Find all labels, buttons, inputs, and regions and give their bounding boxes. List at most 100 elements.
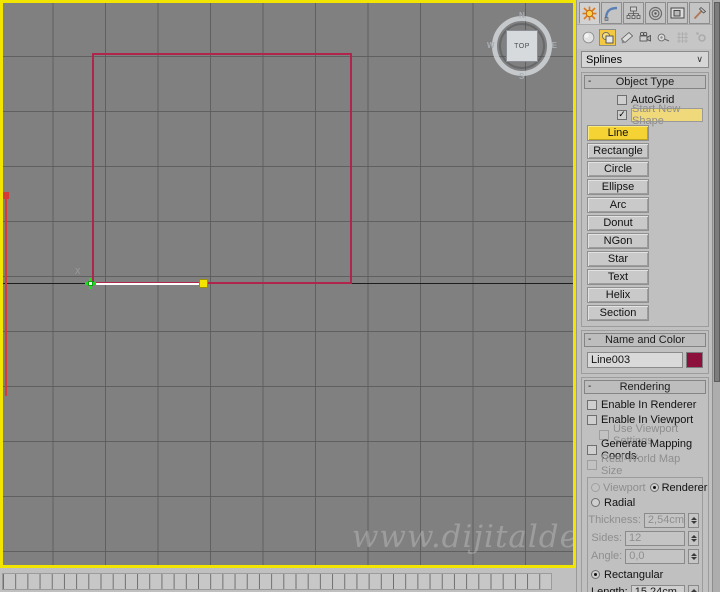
thickness-label: Thickness: bbox=[588, 514, 641, 526]
shapes-button[interactable] bbox=[598, 29, 616, 46]
scrollbar-thumb[interactable] bbox=[714, 2, 720, 382]
renderer-radio[interactable] bbox=[649, 483, 659, 492]
viewcube-east-label[interactable]: E bbox=[552, 41, 557, 50]
create-tab[interactable] bbox=[579, 2, 600, 24]
app-root: X TOP N E S W www.dijitalde Splines ∨ - … bbox=[0, 0, 720, 592]
arc-button[interactable]: Arc bbox=[587, 197, 649, 213]
motion-tab[interactable] bbox=[645, 2, 666, 24]
subcategory-dropdown[interactable]: Splines ∨ bbox=[581, 51, 709, 68]
viewcube-west-label[interactable]: W bbox=[487, 41, 495, 50]
modify-tab[interactable] bbox=[601, 2, 622, 24]
object-type-header[interactable]: - Object Type bbox=[584, 75, 706, 89]
command-panel-scroll-content: Splines ∨ - Object Type AutoGrid ✓ Start… bbox=[577, 0, 713, 592]
real-world-map-label: Real-World Map Size bbox=[601, 452, 681, 477]
utilities-tab[interactable] bbox=[689, 2, 710, 24]
grid-axis-vertical bbox=[2, 3, 3, 565]
tape-icon bbox=[657, 31, 670, 44]
start-new-shape-row[interactable]: ✓ Start New Shape bbox=[587, 103, 703, 127]
command-panel: Splines ∨ - Object Type AutoGrid ✓ Start… bbox=[576, 0, 720, 592]
display-tab[interactable] bbox=[667, 2, 688, 24]
collapse-icon[interactable]: - bbox=[588, 334, 591, 346]
start-new-shape-checkbox[interactable]: ✓ bbox=[617, 109, 627, 120]
rectangle-button[interactable]: Rectangle bbox=[587, 143, 649, 159]
shapes-icon bbox=[601, 31, 614, 44]
radial-angle-row: Angle: 0,0 bbox=[591, 548, 699, 564]
viewcube-south-label[interactable]: S bbox=[519, 72, 524, 81]
spacewarp-icon bbox=[676, 31, 689, 44]
length-spinner[interactable] bbox=[688, 584, 699, 592]
ellipse-button[interactable]: Ellipse bbox=[587, 179, 649, 195]
radial-row[interactable]: Radial bbox=[591, 495, 699, 510]
generate-mapping-checkbox[interactable] bbox=[587, 444, 597, 455]
helix-button[interactable]: Helix bbox=[587, 287, 649, 303]
rendering-title: Rendering bbox=[619, 381, 671, 393]
track-bar[interactable] bbox=[0, 570, 576, 592]
rectangular-label: Rectangular bbox=[604, 568, 664, 581]
hierarchy-tab[interactable] bbox=[623, 2, 644, 24]
viewport-area: X TOP N E S W www.dijitalde bbox=[0, 0, 576, 592]
display-mode-group: Viewport Renderer Radial Thickness: 2,54… bbox=[587, 477, 707, 592]
geometry-button[interactable] bbox=[580, 29, 597, 46]
real-world-map-checkbox bbox=[587, 459, 597, 470]
radial-radio[interactable] bbox=[591, 498, 600, 507]
donut-button[interactable]: Donut bbox=[587, 215, 649, 231]
line-start-vertex[interactable] bbox=[85, 278, 96, 289]
collapse-icon[interactable]: - bbox=[588, 76, 591, 88]
name-and-color-body: Line003 bbox=[584, 347, 706, 371]
thickness-input: 2,54cm bbox=[643, 512, 685, 528]
watermark-text: www.dijitalde bbox=[351, 519, 576, 555]
spline-vertex-left[interactable] bbox=[3, 192, 9, 199]
rendering-header[interactable]: - Rendering bbox=[584, 380, 706, 394]
enable-in-viewport-checkbox[interactable] bbox=[587, 414, 597, 425]
circle-button[interactable]: Circle bbox=[587, 161, 649, 177]
viewcube[interactable]: TOP N E S W bbox=[487, 11, 557, 81]
systems-button[interactable] bbox=[693, 29, 710, 46]
name-and-color-header[interactable]: - Name and Color bbox=[584, 333, 706, 347]
renderer-radio-label: Renderer bbox=[661, 481, 708, 494]
rectangular-radio[interactable] bbox=[591, 570, 600, 579]
object-name-input[interactable]: Line003 bbox=[587, 352, 683, 368]
start-new-shape-button[interactable]: Start New Shape bbox=[631, 103, 703, 127]
rectangular-row[interactable]: Rectangular bbox=[591, 567, 699, 582]
viewport-radio bbox=[591, 483, 600, 492]
helpers-button[interactable] bbox=[655, 29, 672, 46]
sides-spinner bbox=[688, 530, 699, 546]
radial-label: Radial bbox=[604, 496, 636, 509]
viewport-radio-label: Viewport bbox=[603, 481, 646, 494]
section-button[interactable]: Section bbox=[587, 305, 649, 321]
systems-icon bbox=[695, 31, 708, 44]
text-button[interactable]: Text bbox=[587, 269, 649, 285]
autogrid-checkbox[interactable] bbox=[617, 94, 627, 105]
name-and-color-title: Name and Color bbox=[604, 334, 686, 346]
line-button[interactable]: Line bbox=[587, 125, 649, 141]
length-input[interactable]: 15,24cm bbox=[630, 584, 685, 592]
command-panel-tabs bbox=[577, 0, 713, 24]
collapse-icon[interactable]: - bbox=[588, 381, 591, 393]
ngon-button[interactable]: NGon bbox=[587, 233, 649, 249]
object-color-swatch[interactable] bbox=[686, 352, 703, 368]
partial-spline-left[interactable] bbox=[5, 196, 7, 396]
active-line-segment[interactable] bbox=[91, 283, 205, 285]
viewport-radio-wrap: Viewport bbox=[591, 482, 646, 494]
cameras-button[interactable] bbox=[637, 29, 654, 46]
length-row[interactable]: Length: 15,24cm bbox=[591, 584, 699, 592]
renderer-radio-wrap[interactable]: Renderer bbox=[649, 481, 708, 494]
spacewarps-button[interactable] bbox=[674, 29, 691, 46]
track-bar-ticks[interactable] bbox=[2, 573, 552, 590]
star-button[interactable]: Star bbox=[587, 251, 649, 267]
viewcube-north-label[interactable]: N bbox=[519, 11, 525, 20]
enable-in-renderer-row[interactable]: Enable In Renderer bbox=[587, 397, 703, 412]
object-type-title: Object Type bbox=[615, 76, 675, 88]
camera-icon bbox=[639, 31, 652, 44]
rendering-body: Enable In Renderer Enable In Viewport Us… bbox=[584, 394, 707, 592]
command-panel-scrollbar[interactable] bbox=[712, 0, 720, 592]
object-type-button-grid: Line Rectangle Circle Ellipse Arc Donut … bbox=[587, 125, 703, 321]
rectangle-spline-shape[interactable] bbox=[92, 53, 352, 284]
top-viewport[interactable]: X TOP N E S W www.dijitalde bbox=[0, 0, 576, 568]
enable-in-renderer-checkbox[interactable] bbox=[587, 399, 597, 410]
enable-in-renderer-label: Enable In Renderer bbox=[601, 398, 697, 411]
viewcube-top-face[interactable]: TOP bbox=[506, 30, 538, 62]
line-vertex-selected[interactable] bbox=[199, 279, 208, 288]
lights-button[interactable] bbox=[618, 29, 635, 46]
motion-icon bbox=[648, 6, 663, 21]
